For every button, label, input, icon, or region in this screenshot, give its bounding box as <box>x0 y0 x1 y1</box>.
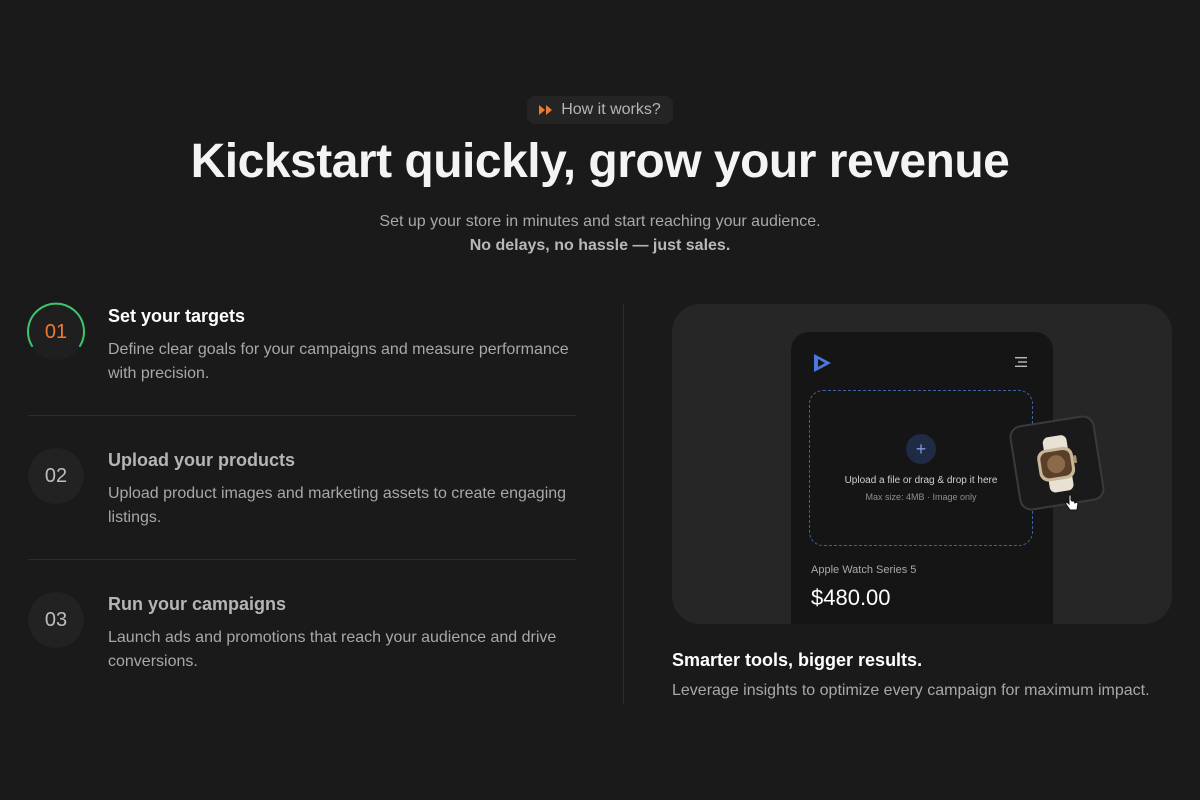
step-title: Run your campaigns <box>108 594 287 614</box>
phone-mockup: + Upload a file or drag & drop it here M… <box>791 332 1053 624</box>
column-divider <box>623 304 624 704</box>
step-number: 03 <box>28 592 84 648</box>
plus-icon[interactable]: + <box>906 434 936 464</box>
feature-title: Smarter tools, bigger results. <box>672 650 923 670</box>
product-price: $480.00 <box>811 585 891 610</box>
step-number: 02 <box>28 448 84 504</box>
hero-subtitle-emphasis: No delays, no hassle — just sales. <box>469 237 731 254</box>
step-divider <box>28 559 576 560</box>
fast-forward-icon <box>539 105 553 115</box>
how-it-works-badge: How it works? <box>527 96 673 124</box>
step-title: Upload your products <box>108 450 296 470</box>
upload-text: Upload a file or drag & drop it here <box>844 475 998 486</box>
product-name: Apple Watch Series 5 <box>811 564 917 576</box>
hero-subtitle: Set up your store in minutes and start r… <box>379 213 821 230</box>
step-title: Set your targets <box>108 306 246 326</box>
hero-title: Kickstart quickly, grow your revenue <box>190 135 1010 188</box>
progress-ring <box>27 302 85 347</box>
dragged-image-card[interactable] <box>1007 413 1107 513</box>
step-description: Upload product images and marketing asse… <box>108 485 567 526</box>
preview-card: + Upload a file or drag & drop it here M… <box>672 304 1172 624</box>
step-divider <box>28 415 576 416</box>
hand-cursor-icon <box>1064 494 1079 511</box>
watch-image-icon <box>1037 435 1078 493</box>
badge-label: How it works? <box>561 101 661 118</box>
step-description: Define clear goals for your campaigns an… <box>108 341 569 382</box>
menu-icon[interactable] <box>1015 357 1027 367</box>
upload-dropzone[interactable]: + Upload a file or drag & drop it here M… <box>809 390 1033 546</box>
upload-hint: Max size: 4MB · Image only <box>865 492 977 502</box>
step-description: Launch ads and promotions that reach you… <box>108 629 557 670</box>
brand-logo-icon <box>814 354 831 372</box>
feature-description: Leverage insights to optimize every camp… <box>672 682 1150 699</box>
